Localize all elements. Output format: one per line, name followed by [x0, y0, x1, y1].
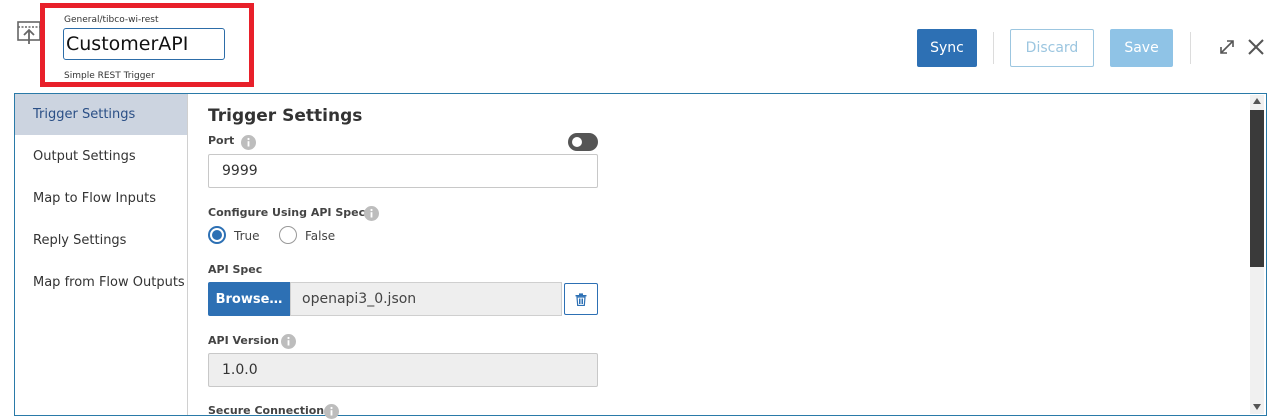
divider [993, 32, 994, 64]
divider [1190, 32, 1191, 64]
port-label: Port [208, 134, 235, 147]
sidebar-item-reply-settings[interactable]: Reply Settings [15, 220, 187, 261]
close-icon[interactable] [1247, 38, 1265, 56]
trigger-subtitle: Simple REST Trigger [64, 71, 155, 81]
info-icon[interactable] [241, 135, 256, 150]
secure-connection-label: Secure Connection [208, 404, 325, 417]
sidebar-item-trigger-settings[interactable]: Trigger Settings [15, 94, 187, 135]
api-specs-label: Configure Using API Specs [208, 206, 372, 219]
trigger-name-input[interactable]: CustomerAPI [63, 28, 225, 60]
api-version-input: 1.0.0 [208, 353, 598, 387]
delete-spec-button[interactable] [564, 283, 598, 315]
radio-selected-dot [212, 230, 222, 240]
scroll-down-icon[interactable] [1252, 403, 1262, 411]
sidebar-item-map-from-flow-outputs[interactable]: Map from Flow Outputs [15, 262, 187, 303]
info-icon[interactable] [364, 206, 379, 221]
api-version-label: API Version [208, 334, 280, 347]
save-button[interactable]: Save [1110, 29, 1173, 67]
port-input[interactable]: 9999 [208, 154, 598, 188]
trigger-path: General/tibco-wi-rest [64, 15, 159, 25]
sync-button[interactable]: Sync [917, 29, 977, 67]
settings-sidebar: Trigger Settings Output Settings Map to … [15, 94, 188, 415]
info-icon[interactable] [281, 334, 296, 349]
settings-panel [14, 93, 1267, 416]
sidebar-item-map-to-flow-inputs[interactable]: Map to Flow Inputs [15, 178, 187, 219]
api-spec-file-field: openapi3_0.json [290, 282, 562, 316]
browse-button[interactable]: Browse… [208, 282, 290, 316]
radio-false[interactable] [279, 226, 297, 244]
toggle-knob [572, 137, 582, 147]
discard-button[interactable]: Discard [1010, 29, 1094, 67]
scroll-up-icon[interactable] [1252, 97, 1262, 105]
expand-icon[interactable] [1218, 38, 1236, 56]
trash-icon [575, 292, 587, 306]
api-spec-label: API Spec [208, 263, 263, 276]
info-icon[interactable] [324, 404, 339, 419]
sidebar-item-output-settings[interactable]: Output Settings [15, 136, 187, 177]
radio-true-label: True [234, 229, 260, 243]
scrollbar-thumb[interactable] [1250, 110, 1264, 267]
radio-false-label: False [305, 229, 336, 243]
section-title: Trigger Settings [208, 106, 363, 126]
